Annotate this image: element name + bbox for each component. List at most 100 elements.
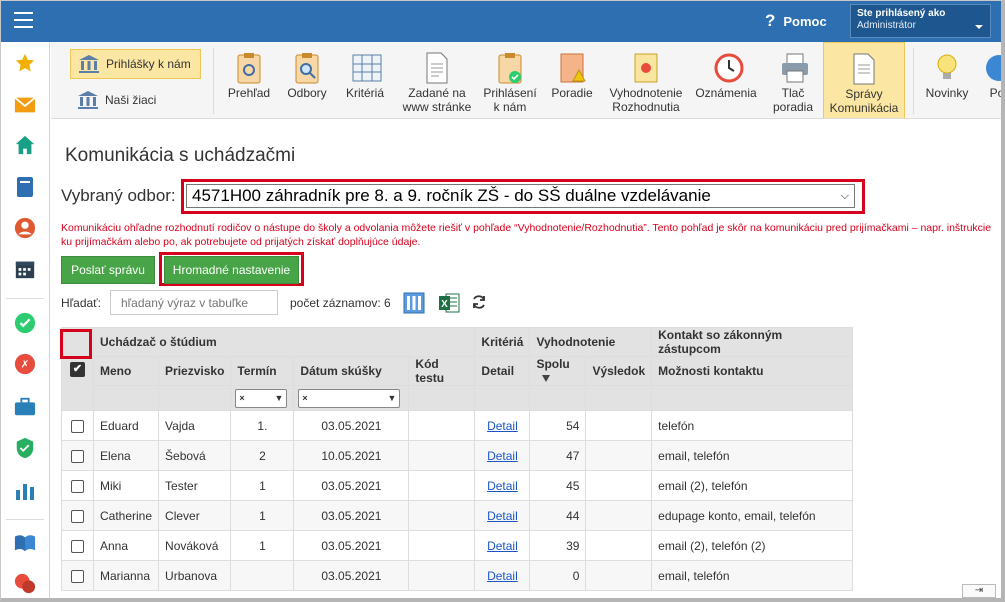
cell-vysledok <box>585 470 653 501</box>
odbor-select[interactable]: 4571H00 záhradník pre 8. a 9. ročník ZŠ … <box>186 184 855 208</box>
table-row[interactable]: Anna Nováková 1 03.05.2021 Detail 39 email (2)… <box>61 530 853 561</box>
datum-filter-clear: × <box>302 393 308 403</box>
col-kod[interactable]: Kód testu <box>408 356 476 386</box>
ribbon-nasi-ziaci-button[interactable]: Naši žiaci <box>70 85 201 115</box>
table-row[interactable]: Eduard Vajda 1. 03.05.2021 Detail 54 telefón <box>61 410 853 441</box>
ribbon-zadane-button[interactable]: Zadané na www stránke <box>395 42 479 118</box>
table-row[interactable]: Miki Tester 1 03.05.2021 Detail 45 email (2), … <box>61 470 853 501</box>
mail-icon[interactable] <box>14 94 36 116</box>
col-datum[interactable]: Dátum skúšky <box>293 356 410 386</box>
ribbon-poradie-button[interactable]: Poradie <box>545 42 599 118</box>
detail-link[interactable]: Detail <box>487 569 518 583</box>
menu-icon[interactable] <box>14 12 33 28</box>
ribbon-odbory-button[interactable]: Odbory <box>281 42 333 118</box>
cell-kod <box>408 500 476 531</box>
table-row[interactable]: Catherine Clever 1 03.05.2021 Detail 44 edupag… <box>61 500 853 531</box>
row-checkbox[interactable] <box>71 479 84 493</box>
ribbon-novinky-label: Novinky <box>925 86 969 100</box>
detail-link[interactable]: Detail <box>487 449 518 463</box>
open-book-icon[interactable] <box>14 532 36 554</box>
ribbon-pomoc-button[interactable]: Po <box>977 42 1005 118</box>
lightbulb-icon <box>934 52 960 84</box>
cell-spolu: 39 <box>529 530 587 561</box>
ribbon-poradie-label: Poradie <box>551 86 593 100</box>
col-spolu[interactable]: Spolu <box>529 356 587 386</box>
row-checkbox[interactable] <box>71 569 84 583</box>
cell-datum: 03.05.2021 <box>293 560 410 591</box>
star-icon[interactable] <box>14 52 36 74</box>
row-checkbox[interactable] <box>71 449 84 463</box>
cell-priezvisko: Vajda <box>158 410 232 441</box>
bulk-settings-button[interactable]: Hromadné nastavenie <box>164 256 299 284</box>
chart-icon[interactable] <box>14 480 36 502</box>
help-button[interactable]: ? Pomoc <box>765 11 827 31</box>
send-message-button[interactable]: Poslať správu <box>61 256 155 284</box>
cell-priezvisko: Tester <box>158 470 232 501</box>
ribbon-prihlaseni-button[interactable]: Prihlásení k nám <box>479 42 541 118</box>
user-menu[interactable]: Ste prihlásený ako Administrátor <box>850 4 991 38</box>
ribbon-tlac-button[interactable]: Tlač poradia <box>765 42 821 118</box>
page-title: Komunikácia s uchádzačmi <box>65 145 296 166</box>
group-applicant: Uchádzač o štúdium <box>92 327 476 357</box>
chat-icon[interactable] <box>14 573 36 595</box>
book-icon[interactable] <box>14 176 36 198</box>
col-kontakt[interactable]: Možnosti kontaktu <box>651 356 853 386</box>
ribbon-novinky-button[interactable]: Novinky <box>919 42 975 118</box>
row-checkbox[interactable] <box>71 539 84 553</box>
left-sidebar: ✗ <box>0 42 50 602</box>
cell-meno: Marianna <box>92 560 160 591</box>
detail-link[interactable]: Detail <box>487 539 518 553</box>
termin-filter[interactable]: × ▼ <box>235 388 288 408</box>
cell-kontakt: edupage konto, email, telefón <box>651 500 853 531</box>
ribbon-prehlad-button[interactable]: Prehľad <box>223 42 275 118</box>
scroll-right-button[interactable]: ⇥ <box>962 584 996 598</box>
detail-link[interactable]: Detail <box>487 509 518 523</box>
col-meno[interactable]: Meno <box>92 356 160 386</box>
detail-link[interactable]: Detail <box>487 479 518 493</box>
home-icon[interactable] <box>14 134 36 156</box>
col-termin[interactable]: Termín <box>230 356 295 386</box>
col-detail[interactable]: Detail <box>474 356 531 386</box>
cell-vysledok <box>585 440 653 471</box>
row-checkbox[interactable] <box>71 419 84 433</box>
datum-filter[interactable]: × ▼ <box>298 388 401 408</box>
printer-icon <box>780 52 808 84</box>
col-vysledok[interactable]: Výsledok <box>585 356 653 386</box>
cell-termin: 1 <box>230 500 295 531</box>
cell-termin: 1. <box>230 410 295 441</box>
refresh-icon[interactable] <box>471 294 487 310</box>
columns-icon[interactable] <box>403 292 425 314</box>
calendar-icon[interactable] <box>14 258 36 280</box>
ribbon-prihlasky-label: Prihlášky k nám <box>106 57 191 71</box>
table-row[interactable]: Marianna Urbanova 03.05.2021 Detail 0 email, … <box>61 560 853 591</box>
cell-spolu: 54 <box>529 410 587 441</box>
search-input[interactable] <box>110 290 278 315</box>
cell-priezvisko: Urbanova <box>158 560 232 591</box>
detail-link[interactable]: Detail <box>487 419 518 433</box>
person-icon[interactable] <box>14 217 36 239</box>
ribbon-vyhodnotenie-label: Vyhodnotenie Rozhodnutia <box>609 86 683 114</box>
row-checkbox[interactable] <box>71 509 84 523</box>
ribbon-prihlasky-button[interactable]: Prihlášky k nám <box>70 49 201 79</box>
ribbon-oznamenia-button[interactable]: Oznámenia <box>691 42 761 118</box>
table-row[interactable]: Elena Šebová 2 10.05.2021 Detail 47 email, tel… <box>61 440 853 471</box>
ribbon-spravy-button[interactable]: Správy Komunikácia <box>823 42 905 118</box>
excel-icon[interactable]: X <box>438 292 460 313</box>
cell-vysledok <box>585 500 653 531</box>
cell-spolu: 47 <box>529 440 587 471</box>
briefcase-icon[interactable] <box>14 396 36 418</box>
ribbon-toolbar: Prihlášky k nám Naši žiaci Prehľad Odbor… <box>51 42 1005 119</box>
ribbon-kriteria-button[interactable]: Kritériá <box>339 42 391 118</box>
cell-meno: Eduard <box>92 410 160 441</box>
ribbon-vyhodnotenie-button[interactable]: Vyhodnotenie Rozhodnutia <box>603 42 689 118</box>
shield-icon[interactable] <box>14 437 36 459</box>
cell-termin: 1 <box>230 530 295 561</box>
cell-kod <box>408 440 476 471</box>
info-warning: Komunikáciu ohľadne rozhodnutí rodičov o… <box>61 222 992 248</box>
select-all-checkbox[interactable]: ✔ <box>70 362 85 377</box>
dice-icon[interactable]: ✗ <box>14 353 36 375</box>
select-all-highlight <box>60 329 92 359</box>
cell-kontakt: email (2), telefón (2) <box>651 530 853 561</box>
col-priezvisko[interactable]: Priezvisko <box>158 356 232 386</box>
check-circle-icon[interactable] <box>14 312 36 334</box>
